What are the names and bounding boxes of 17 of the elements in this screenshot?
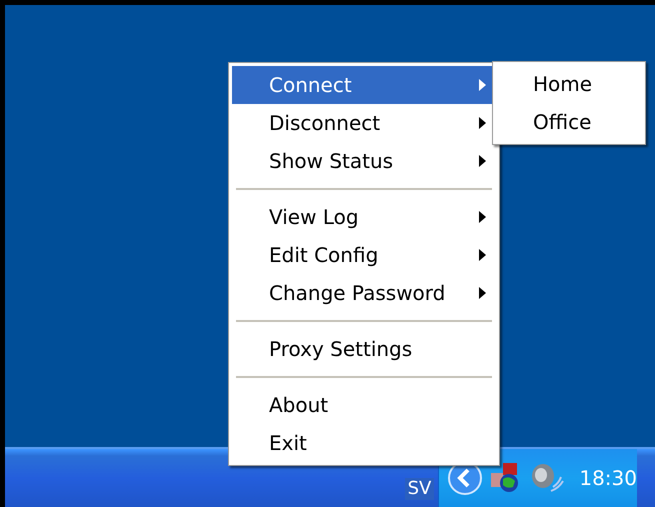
menu-item[interactable]: Show Status	[232, 142, 496, 180]
submenu-arrow-icon	[479, 211, 486, 223]
submenu-arrow-icon	[479, 287, 486, 299]
submenu-arrow-icon	[479, 79, 486, 91]
menu-item[interactable]: Disconnect	[232, 104, 496, 142]
menu-item[interactable]: Exit	[232, 424, 496, 462]
menu-item[interactable]: Office	[496, 103, 642, 141]
submenu-arrow-icon	[479, 249, 486, 261]
submenu-arrow-icon	[479, 117, 486, 129]
menu-item[interactable]: Edit Config	[232, 236, 496, 274]
menu-item[interactable]: Change Password	[232, 274, 496, 312]
menu-item[interactable]: About	[232, 386, 496, 424]
submenu-arrow-icon	[479, 155, 486, 167]
menu-item[interactable]: View Log	[232, 198, 496, 236]
menu-item[interactable]: Home	[496, 65, 642, 103]
language-indicator[interactable]: SV	[404, 478, 434, 500]
menu-item[interactable]: Proxy Settings	[232, 330, 496, 368]
